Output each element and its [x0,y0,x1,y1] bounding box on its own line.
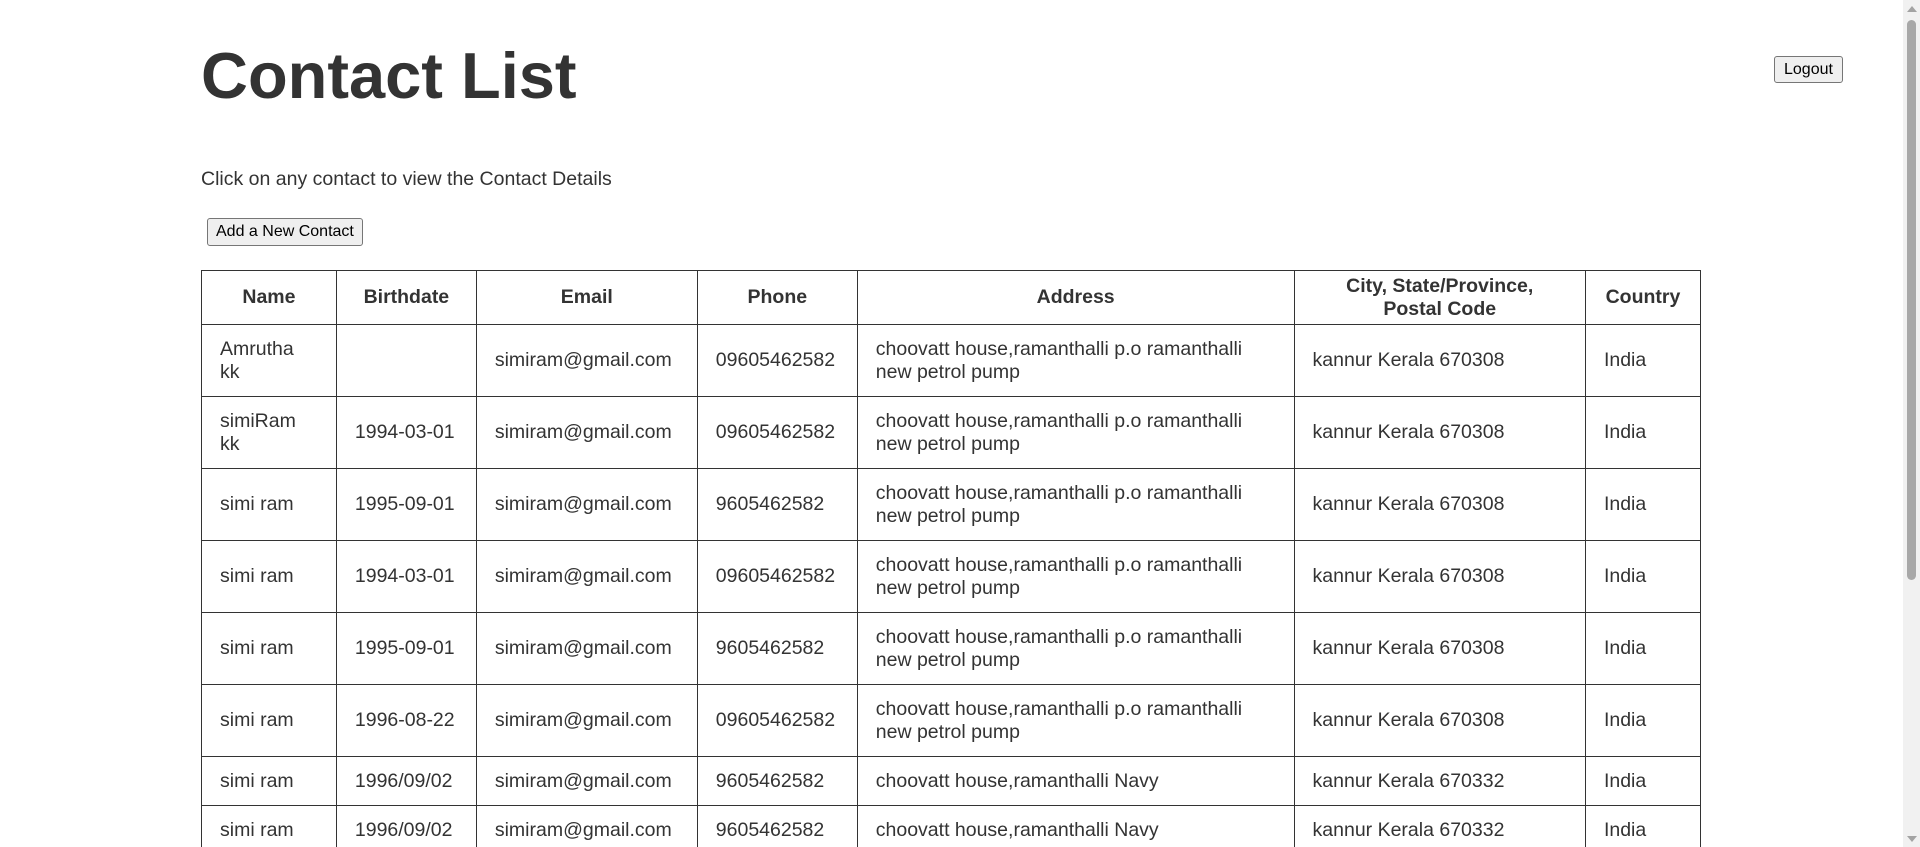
cell-phone: 9605462582 [696,805,858,847]
cell-city: kannur Kerala 670308 [1293,396,1586,469]
cell-phone: 9605462582 [696,612,858,685]
add-contact-button[interactable]: Add a New Contact [207,218,363,246]
column-header-birthdate: Birthdate [335,270,477,325]
cell-phone: 9605462582 [696,756,858,806]
cell-phone: 9605462582 [696,468,858,541]
table-row[interactable]: simi ram 1995-09-01 simiram@gmail.com 96054… [201,612,1702,685]
cell-phone: 09605462582 [696,396,858,469]
cell-address: choovatt house,ramanthalli Navy [856,805,1295,847]
page-title: Contact List [201,39,577,112]
column-header-country: Country [1584,270,1702,325]
cell-country: India [1584,396,1702,469]
cell-email: simiram@gmail.com [475,805,698,847]
contacts-table: Name Birthdate Email Phone Address City,… [201,270,1702,847]
table-header-row: Name Birthdate Email Phone Address City,… [201,270,1702,325]
instruction-text: Click on any contact to view the Contact… [201,168,612,190]
cell-country: India [1584,684,1702,757]
cell-name: simi ram [201,540,337,613]
cell-country: India [1584,468,1702,541]
cell-address: choovatt house,ramanthalli p.o ramanthal… [856,684,1295,757]
cell-birthdate: 1995-09-01 [335,468,477,541]
page: Contact List Click on any contact to vie… [0,0,1920,847]
table-row[interactable]: simi ram 1994-03-01 simiram@gmail.com 09605… [201,540,1702,613]
column-header-phone: Phone [696,270,858,325]
table-row[interactable]: simiRam kk 1994-03-01 simiram@gmail.com 096… [201,396,1702,469]
cell-birthdate: 1996-08-22 [335,684,477,757]
cell-country: India [1584,805,1702,847]
cell-email: simiram@gmail.com [475,468,698,541]
cell-city: kannur Kerala 670308 [1293,612,1586,685]
column-header-city-line1: City, State/Province, [1346,274,1534,297]
cell-phone: 09605462582 [696,540,858,613]
logout-button[interactable]: Logout [1774,56,1843,83]
cell-city: kannur Kerala 670332 [1293,756,1586,806]
column-header-address: Address [856,270,1295,325]
column-header-name: Name [201,270,337,325]
cell-address: choovatt house,ramanthalli Navy [856,756,1295,806]
scrollbar-thumb[interactable] [1907,20,1916,580]
cell-name: simi ram [201,612,337,685]
cell-city: kannur Kerala 670308 [1293,684,1586,757]
cell-birthdate: 1996/09/02 [335,805,477,847]
table-row[interactable]: simi ram 1996-08-22 simiram@gmail.com 09605… [201,684,1702,757]
cell-city: kannur Kerala 670308 [1293,468,1586,541]
table-row[interactable]: simi ram 1996/09/02 simiram@gmail.com 96054… [201,805,1702,847]
column-header-city-line2: Postal Code [1383,297,1497,320]
cell-email: simiram@gmail.com [475,612,698,685]
cell-country: India [1584,756,1702,806]
cell-city: kannur Kerala 670308 [1293,540,1586,613]
cell-name: simi ram [201,468,337,541]
cell-city: kannur Kerala 670308 [1293,324,1586,397]
cell-email: simiram@gmail.com [475,324,698,397]
cell-name: simi ram [201,756,337,806]
cell-name: simiRam kk [201,396,337,469]
cell-country: India [1584,540,1702,613]
cell-name: simi ram [201,684,337,757]
cell-city: kannur Kerala 670332 [1293,805,1586,847]
cell-birthdate [335,324,477,397]
cell-email: simiram@gmail.com [475,756,698,806]
cell-country: India [1584,324,1702,397]
cell-address: choovatt house,ramanthalli p.o ramanthal… [856,324,1295,397]
cell-country: India [1584,612,1702,685]
cell-address: choovatt house,ramanthalli p.o ramanthal… [856,468,1295,541]
cell-email: simiram@gmail.com [475,396,698,469]
cell-name: Amrutha kk [201,324,337,397]
column-header-email: Email [475,270,698,325]
contacts-table-body: Amrutha kk simiram@gmail.com 09605462582 ch… [201,324,1702,847]
cell-email: simiram@gmail.com [475,540,698,613]
cell-birthdate: 1994-03-01 [335,396,477,469]
table-row[interactable]: Amrutha kk simiram@gmail.com 09605462582 ch… [201,324,1702,397]
cell-address: choovatt house,ramanthalli p.o ramanthal… [856,612,1295,685]
cell-birthdate: 1995-09-01 [335,612,477,685]
table-row[interactable]: simi ram 1995-09-01 simiram@gmail.com 96054… [201,468,1702,541]
cell-birthdate: 1996/09/02 [335,756,477,806]
cell-email: simiram@gmail.com [475,684,698,757]
column-header-city: City, State/Province, Postal Code [1293,270,1586,325]
arrow-down-icon[interactable] [1903,830,1920,847]
cell-phone: 09605462582 [696,324,858,397]
cell-birthdate: 1994-03-01 [335,540,477,613]
cell-name: simi ram [201,805,337,847]
cell-address: choovatt house,ramanthalli p.o ramanthal… [856,396,1295,469]
cell-address: choovatt house,ramanthalli p.o ramanthal… [856,540,1295,613]
table-row[interactable]: simi ram 1996/09/02 simiram@gmail.com 96054… [201,756,1702,806]
arrow-up-icon[interactable] [1903,0,1920,17]
cell-phone: 09605462582 [696,684,858,757]
vertical-scrollbar[interactable] [1903,0,1920,847]
